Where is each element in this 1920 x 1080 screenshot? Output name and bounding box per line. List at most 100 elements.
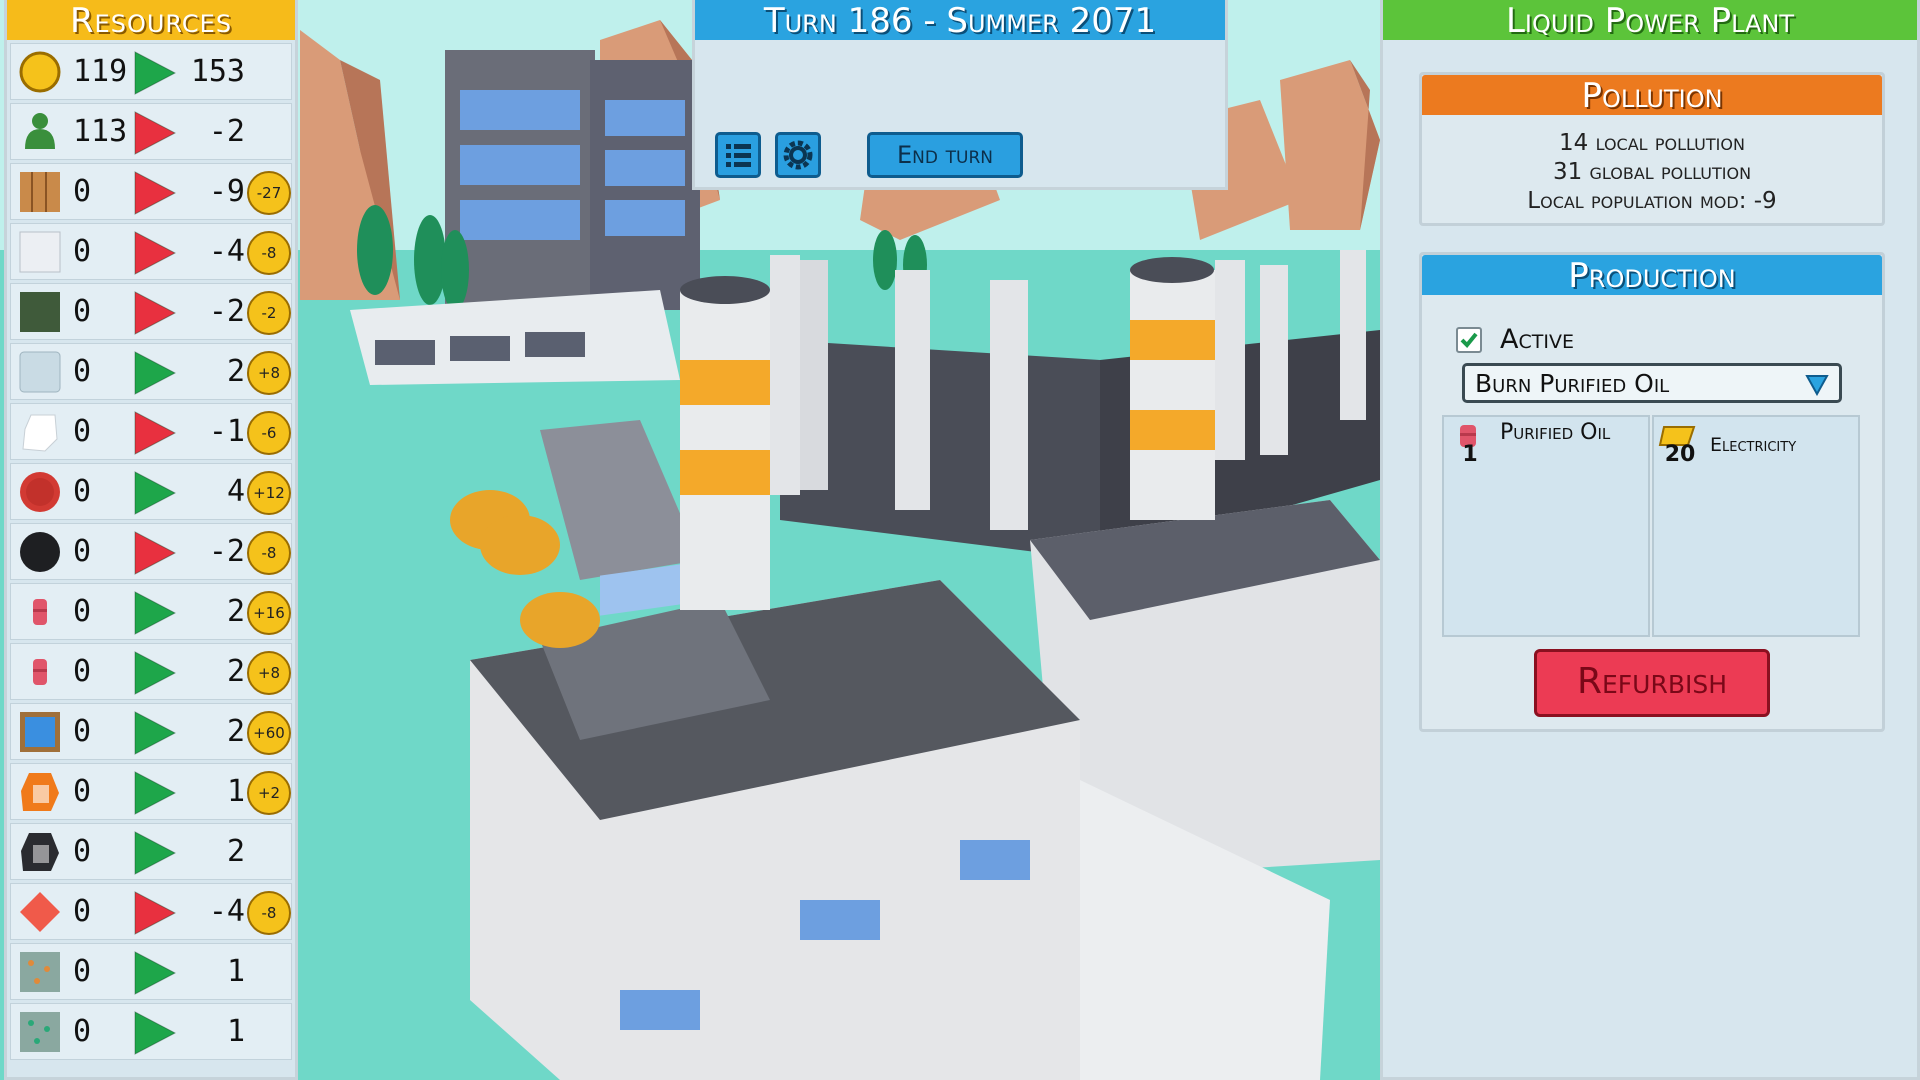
resource-row[interactable]: 0 -2 -8 (10, 523, 292, 580)
purified-oil-barrel-icon (33, 659, 47, 685)
resource-badge: -2 (247, 291, 291, 335)
turn-panel: Turn 186 - Summer 2071 End turn (692, 0, 1228, 190)
solar-panel-icon (20, 712, 60, 752)
trend-up-arrow-icon (134, 51, 177, 95)
resource-stock: 0 (73, 414, 92, 449)
resource-row[interactable]: 0 4 +12 (10, 463, 292, 520)
checkmark-icon (1460, 332, 1478, 348)
trend-up-arrow-icon (134, 471, 177, 515)
global-pollution: 31 global pollution (1552, 159, 1752, 185)
trend-up-arrow-icon (134, 771, 177, 815)
resource-stock: 0 (73, 774, 92, 809)
resource-stock: 0 (73, 834, 92, 869)
resource-change: -2 (208, 114, 245, 149)
trend-down-arrow-icon (134, 531, 177, 575)
building-panel: Liquid Power Plant Pollution 14 local po… (1380, 0, 1920, 1080)
resource-stock: 119 (73, 54, 128, 89)
resource-stock: 0 (73, 294, 92, 329)
resource-change: 4 (226, 474, 245, 509)
recipe-dropdown[interactable]: Burn Purified Oil (1462, 363, 1842, 403)
population-icon (25, 113, 55, 149)
output-name: Electricity (1710, 434, 1797, 456)
white-crystal-icon (22, 414, 58, 452)
resource-row[interactable]: 0 -1 -6 (10, 403, 292, 460)
production-title: Production (1422, 255, 1882, 296)
refurbish-button[interactable]: Refurbish (1534, 649, 1770, 717)
resource-badge: -6 (247, 411, 291, 455)
trend-up-arrow-icon (134, 651, 177, 695)
resource-change: 1 (226, 954, 245, 989)
resource-row[interactable]: 02 (10, 823, 292, 880)
input-quantity: 1 (1462, 442, 1478, 467)
output-column: 20 Electricity (1652, 415, 1860, 637)
green-ore-icon (20, 1012, 60, 1052)
resource-badge: -8 (247, 891, 291, 935)
resource-row[interactable]: 0 2 +8 (10, 643, 292, 700)
resource-row[interactable]: 119 153 (10, 43, 292, 100)
gear-icon (783, 140, 813, 170)
resource-stock: 0 (73, 654, 92, 689)
resource-stock: 0 (73, 534, 92, 569)
resource-row[interactable]: 0 1 +2 (10, 763, 292, 820)
resource-change: -1 (208, 414, 245, 449)
wood-icon (20, 172, 60, 212)
resource-change: -4 (208, 894, 245, 929)
resource-row[interactable]: 0 -9 -27 (10, 163, 292, 220)
trend-up-arrow-icon (134, 1011, 177, 1055)
list-button[interactable] (715, 132, 761, 178)
local-pollution: 14 local pollution (1559, 130, 1745, 156)
resource-stock: 0 (73, 594, 92, 629)
active-checkbox[interactable] (1456, 327, 1482, 353)
trend-up-arrow-icon (134, 711, 177, 755)
black-sphere-icon (20, 532, 60, 572)
resource-change: 2 (226, 354, 245, 389)
resource-row[interactable]: 0 -4 -8 (10, 223, 292, 280)
end-turn-button[interactable]: End turn (867, 132, 1023, 178)
coin-icon (19, 51, 61, 93)
resource-change: 1 (226, 774, 245, 809)
resource-badge: +8 (247, 351, 291, 395)
resource-row[interactable]: 01 (10, 1003, 292, 1060)
resource-badge: +12 (247, 471, 291, 515)
resource-change: 2 (226, 714, 245, 749)
resources-title: Resources (7, 0, 295, 41)
resource-stock: 0 (73, 954, 92, 989)
resource-badge: +2 (247, 771, 291, 815)
trend-down-arrow-icon (134, 171, 177, 215)
resource-stock: 0 (73, 1014, 92, 1049)
resource-row[interactable]: 0 2 +8 (10, 343, 292, 400)
population-mod: Local population mod: -9 (1527, 188, 1777, 214)
resource-change: 2 (226, 594, 245, 629)
resource-change: -4 (208, 234, 245, 269)
resource-row[interactable]: 0 -4 -8 (10, 883, 292, 940)
resource-badge: +60 (247, 711, 291, 755)
trend-down-arrow-icon (134, 891, 177, 935)
resource-row[interactable]: 0 -2 -2 (10, 283, 292, 340)
chevron-down-icon (1805, 375, 1829, 396)
resource-badge: -8 (247, 531, 291, 575)
list-icon (726, 144, 751, 167)
resource-badge: +16 (247, 591, 291, 635)
settings-button[interactable] (775, 132, 821, 178)
coal-ore-icon (21, 833, 59, 871)
copper-ore-icon (20, 952, 60, 992)
turn-title: Turn 186 - Summer 2071 (695, 0, 1225, 41)
trend-down-arrow-icon (134, 231, 177, 275)
trend-up-arrow-icon (134, 951, 177, 995)
trend-up-arrow-icon (134, 591, 177, 635)
oil-barrel-icon (33, 599, 47, 625)
resource-row[interactable]: 0 2 +16 (10, 583, 292, 640)
resource-stock: 0 (73, 714, 92, 749)
trend-up-arrow-icon (134, 351, 177, 395)
resource-row[interactable]: 0 2 +60 (10, 703, 292, 760)
building-title: Liquid Power Plant (1383, 0, 1917, 41)
white-block-icon (19, 231, 61, 273)
resource-stock: 0 (73, 174, 92, 209)
resource-row[interactable]: 01 (10, 943, 292, 1000)
resource-stock: 0 (73, 474, 92, 509)
resource-change: 153 (190, 54, 245, 89)
red-gem-icon (20, 892, 60, 932)
active-label: Active (1500, 324, 1574, 355)
pollution-section: Pollution 14 local pollution 31 global p… (1419, 72, 1885, 226)
resource-row[interactable]: 113 -2 (10, 103, 292, 160)
